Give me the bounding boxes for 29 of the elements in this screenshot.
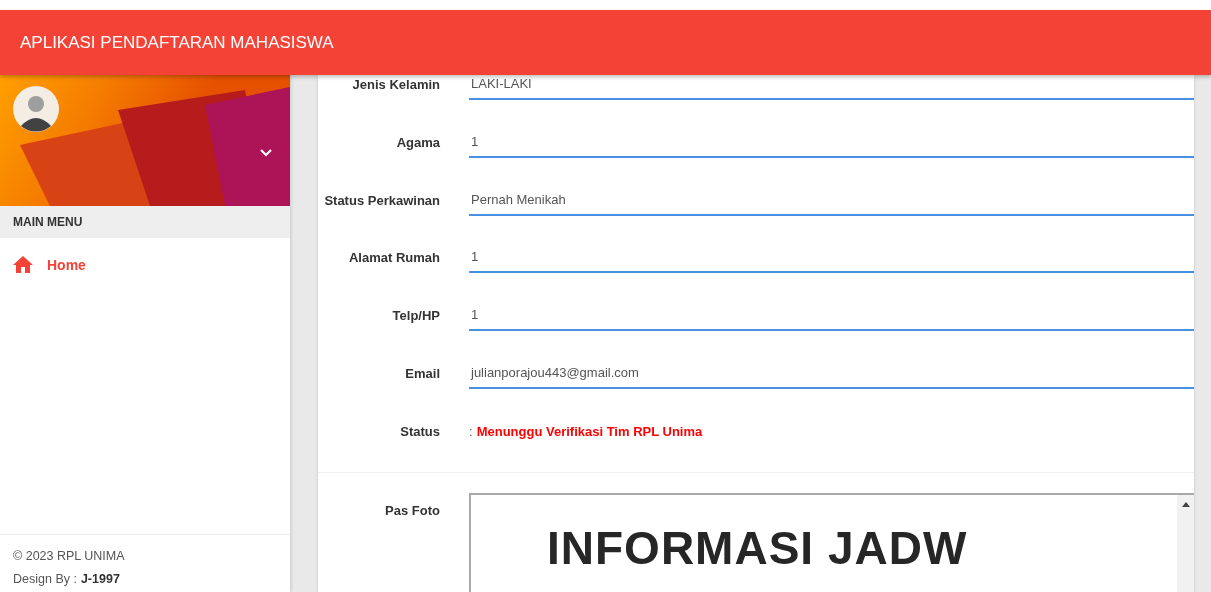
input-field[interactable]: 1: [469, 133, 1194, 158]
field-label: Status Perkawinan: [323, 192, 440, 210]
input-field[interactable]: julianporajou443@gmail.com: [469, 365, 1194, 389]
scrollbar[interactable]: [1177, 494, 1194, 592]
menu-item[interactable]: Home: [0, 254, 290, 275]
document-viewer[interactable]: INFORMASI JADW: [469, 492, 1194, 592]
status-text: Menunggu Verifikasi Tim RPL Unima: [476, 423, 703, 439]
copyright-text: © 2023 RPL UNIMA: [13, 549, 126, 563]
input-field[interactable]: Pernah Menikah: [469, 191, 1194, 216]
input-field[interactable]: LAKI-LAKI: [469, 76, 1194, 100]
field-label: Pas Foto: [384, 501, 440, 520]
input-field[interactable]: 1: [469, 307, 1194, 332]
field-label: Agama: [395, 134, 440, 152]
field-label: Telp/HP: [391, 308, 440, 326]
home-icon: [13, 256, 33, 273]
app-title: APLIKASI PENDAFTARAN MAHASISWA: [20, 32, 334, 53]
menu-section-header: MAIN MENU: [0, 206, 290, 238]
document-heading: INFORMASI JADW: [546, 520, 969, 576]
designer-name: J-1997: [80, 572, 120, 586]
field-label: Jenis Kelamin: [351, 77, 440, 94]
separator-text: :: [469, 423, 473, 439]
avatar-icon: [13, 86, 59, 132]
input-field[interactable]: 1: [469, 249, 1194, 274]
field-label: Email: [404, 366, 440, 383]
chevron-down-icon[interactable]: [260, 149, 272, 157]
scroll-up-icon[interactable]: [1181, 501, 1190, 507]
design-label: Design By :: [13, 572, 77, 586]
field-label: Status: [399, 423, 440, 441]
field-label: Alamat Rumah: [347, 250, 440, 268]
